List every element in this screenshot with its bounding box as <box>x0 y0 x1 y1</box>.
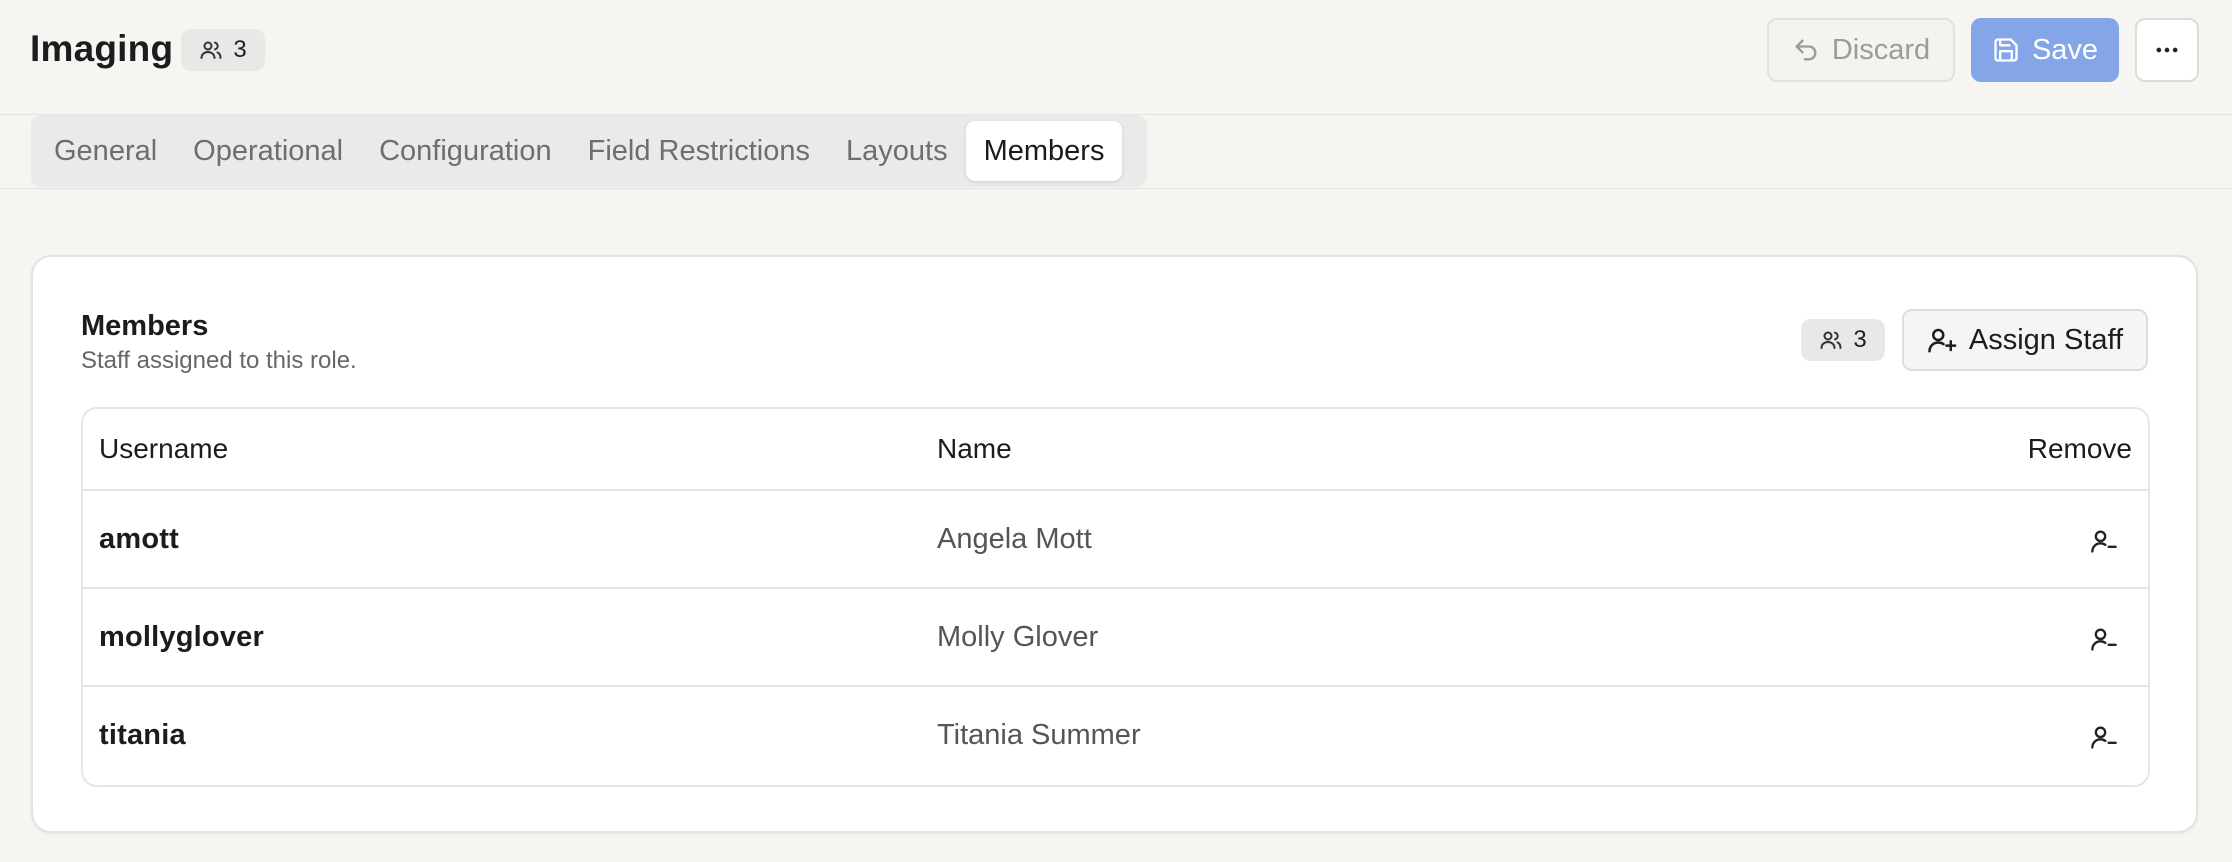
user-plus-icon <box>1927 325 1957 355</box>
divider <box>0 188 2232 189</box>
page-title: Imaging <box>30 28 174 69</box>
users-icon <box>199 38 223 62</box>
members-count: 3 <box>1853 326 1867 353</box>
tab-general[interactable]: General <box>36 121 175 181</box>
more-horizontal-icon <box>2153 36 2181 64</box>
save-label: Save <box>2031 33 2099 66</box>
save-icon <box>1992 36 2020 64</box>
name-cell: Molly Glover <box>937 620 1099 653</box>
page-header: Imaging 3 Discard Save <box>0 0 2232 115</box>
user-minus-icon[interactable] <box>2090 527 2118 555</box>
members-table: Username Name Remove amott Angela Mott m… <box>81 407 2150 787</box>
table-row: mollyglover Molly Glover <box>83 587 2148 685</box>
users-icon <box>1819 328 1843 352</box>
tab-operational[interactable]: Operational <box>175 121 361 181</box>
assign-staff-button[interactable]: Assign Staff <box>1902 309 2148 371</box>
members-count-badge: 3 <box>1801 319 1885 361</box>
card-title: Members <box>81 310 209 342</box>
undo-icon <box>1792 36 1820 64</box>
table-header: Username Name Remove <box>83 409 2148 489</box>
username-cell: amott <box>99 522 179 555</box>
name-cell: Angela Mott <box>937 522 1092 555</box>
tab-layouts[interactable]: Layouts <box>828 121 966 181</box>
member-count-badge: 3 <box>181 29 265 71</box>
column-header-remove: Remove <box>2027 433 2132 464</box>
name-cell: Titania Summer <box>937 718 1141 751</box>
more-options-button[interactable] <box>2135 18 2199 82</box>
tab-configuration[interactable]: Configuration <box>361 121 570 181</box>
column-header-username: Username <box>99 433 229 464</box>
user-minus-icon[interactable] <box>2090 723 2118 751</box>
save-button[interactable]: Save <box>1971 18 2119 82</box>
card-subtitle: Staff assigned to this role. <box>81 347 357 374</box>
table-row: amott Angela Mott <box>83 489 2148 587</box>
discard-label: Discard <box>1831 33 1931 66</box>
user-minus-icon[interactable] <box>2090 625 2118 653</box>
column-header-name: Name <box>937 433 1012 464</box>
table-row: titania Titania Summer <box>83 685 2148 783</box>
assign-staff-label: Assign Staff <box>1968 323 2124 356</box>
members-card: Members Staff assigned to this role. 3 A… <box>31 255 2198 833</box>
tab-members[interactable]: Members <box>965 121 1123 181</box>
tab-field-restrictions[interactable]: Field Restrictions <box>570 121 828 181</box>
username-cell: titania <box>99 718 186 751</box>
discard-button[interactable]: Discard <box>1767 18 1955 82</box>
username-cell: mollyglover <box>99 620 264 653</box>
member-count: 3 <box>233 36 247 63</box>
tab-bar: General Operational Configuration Field … <box>31 115 1147 187</box>
